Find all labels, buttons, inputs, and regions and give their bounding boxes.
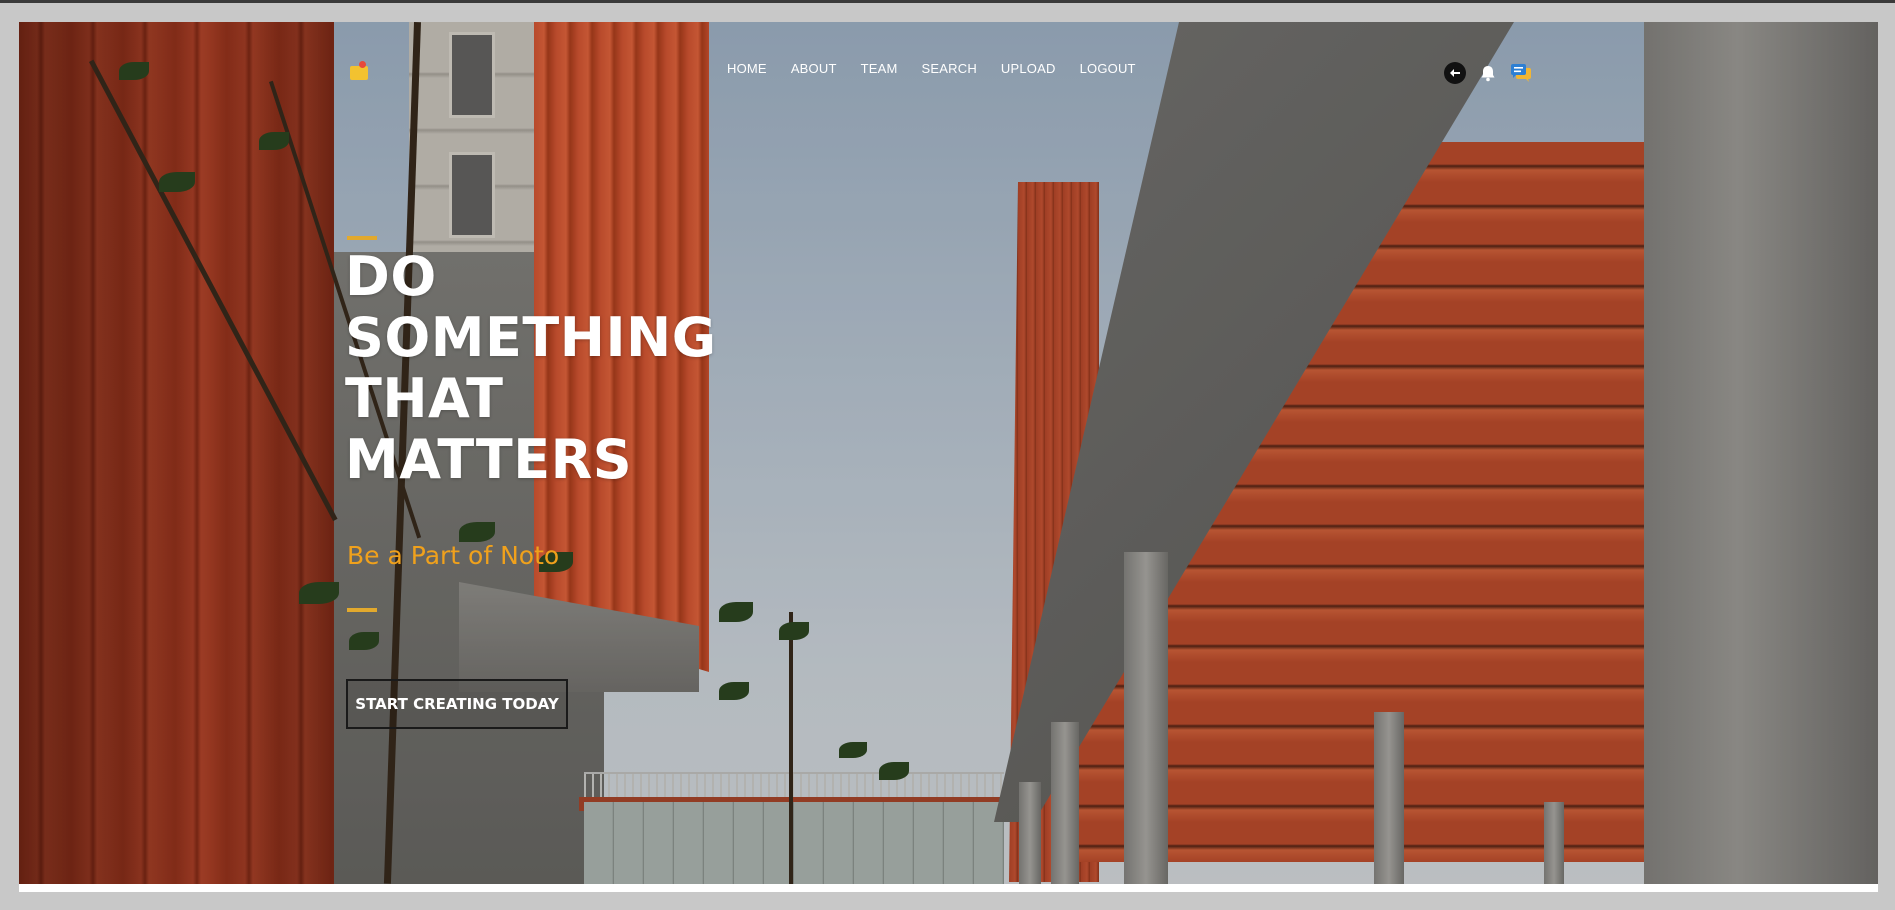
page-viewport: HOME ABOUT TEAM SEARCH UPLOAD LOGOUT DO … <box>19 22 1878 884</box>
avatar-glyph-icon <box>1450 69 1460 77</box>
nav-upload[interactable]: UPLOAD <box>1001 61 1056 76</box>
nav-logout[interactable]: LOGOUT <box>1080 61 1136 76</box>
header-icons <box>1444 62 1532 84</box>
hero-background-image <box>19 22 1878 884</box>
headline-line: SOMETHING <box>345 306 717 369</box>
accent-bar-top <box>347 236 377 240</box>
chat-icon[interactable] <box>1510 63 1532 83</box>
headline-line: DO <box>345 245 437 308</box>
headline-line: THAT <box>345 367 504 430</box>
image-overlay <box>19 22 1878 884</box>
bell-icon[interactable] <box>1480 65 1496 82</box>
folder-logo-icon[interactable] <box>350 61 368 80</box>
avatar[interactable] <box>1444 62 1466 84</box>
window-top-border <box>0 0 1895 3</box>
nav-about[interactable]: ABOUT <box>791 61 837 76</box>
start-creating-button[interactable]: START CREATING TODAY <box>346 679 568 729</box>
nav-team[interactable]: TEAM <box>861 61 898 76</box>
hero-subheading: Be a Part of Noto <box>347 541 560 570</box>
nav-list: HOME ABOUT TEAM SEARCH UPLOAD LOGOUT <box>727 61 1160 76</box>
page-bottom-strip <box>19 884 1878 892</box>
accent-bar-bottom <box>347 608 377 612</box>
hero-headline: DO SOMETHING THAT MATTERS <box>345 246 905 490</box>
headline-line: MATTERS <box>345 428 633 491</box>
nav-home[interactable]: HOME <box>727 61 767 76</box>
nav-search[interactable]: SEARCH <box>922 61 977 76</box>
